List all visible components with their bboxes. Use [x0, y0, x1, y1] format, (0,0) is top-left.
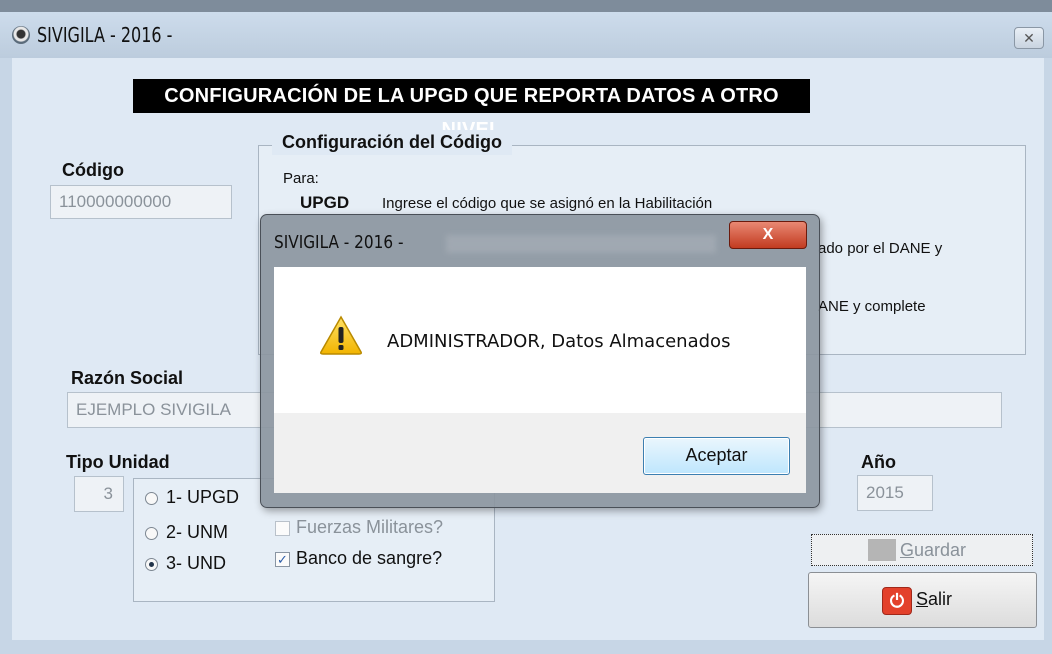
razon-social-label: Razón Social [71, 368, 184, 388]
power-icon: ⏻ [882, 587, 912, 615]
codigo-field[interactable]: 110000000000 [50, 185, 232, 219]
config-line2: ado por el DANE y [818, 240, 943, 257]
tipo-unidad-field[interactable]: 3 [74, 476, 124, 512]
radio-upgd-label: 1- UPGD [166, 487, 240, 507]
anio-field[interactable]: 2015 [857, 475, 933, 511]
banco-sangre-label: Banco de sangre? [296, 548, 443, 568]
radio-unm-label: 2- UNM [166, 522, 228, 542]
fuerzas-militares-label: Fuerzas Militares? [296, 517, 444, 537]
dialog-title-blur [446, 235, 716, 253]
save-icon [868, 539, 896, 561]
salir-button[interactable]: ⏻ Salir [808, 572, 1037, 628]
message-dialog: SIVIGILA - 2016 - X ADMINISTRADOR, Datos… [260, 214, 820, 508]
guardar-button[interactable]: Guardar [811, 534, 1033, 566]
window-close-button[interactable]: ✕ [1014, 27, 1044, 49]
page-title: CONFIGURACIÓN DE LA UPGD QUE REPORTA DAT… [133, 79, 810, 141]
warning-icon [319, 315, 363, 360]
radio-und[interactable] [145, 558, 158, 571]
codigo-label: Código [62, 160, 124, 180]
anio-label: Año [861, 452, 896, 472]
window-title: SIVIGILA - 2016 - [37, 23, 173, 47]
salir-label: Salir [916, 589, 953, 609]
config-upgd-text: Ingrese el código que se asignó en la Ha… [382, 195, 713, 212]
dialog-footer: Aceptar [274, 413, 806, 493]
radio-unm[interactable] [145, 527, 158, 540]
config-upgd-key: UPGD [300, 193, 350, 212]
banco-sangre-checkbox[interactable]: ✓ [275, 552, 290, 567]
config-line3: ANE y complete [818, 298, 926, 315]
guardar-label: Guardar [900, 540, 967, 560]
radio-upgd[interactable] [145, 492, 158, 505]
top-strip [0, 0, 1052, 12]
fuerzas-militares-checkbox[interactable] [275, 521, 290, 536]
dialog-message: ADMINISTRADOR, Datos Almacenados [387, 331, 731, 352]
config-group-title: Configuración del Código [272, 130, 512, 155]
config-para: Para: [283, 170, 319, 187]
dialog-close-button[interactable]: X [729, 221, 807, 249]
tipo-unidad-label: Tipo Unidad [66, 452, 170, 472]
dialog-title: SIVIGILA - 2016 - [274, 232, 404, 253]
aceptar-button[interactable]: Aceptar [643, 437, 790, 475]
radio-und-label: 3- UND [166, 553, 227, 573]
dialog-body: ADMINISTRADOR, Datos Almacenados [274, 267, 806, 413]
app-icon [12, 26, 30, 44]
